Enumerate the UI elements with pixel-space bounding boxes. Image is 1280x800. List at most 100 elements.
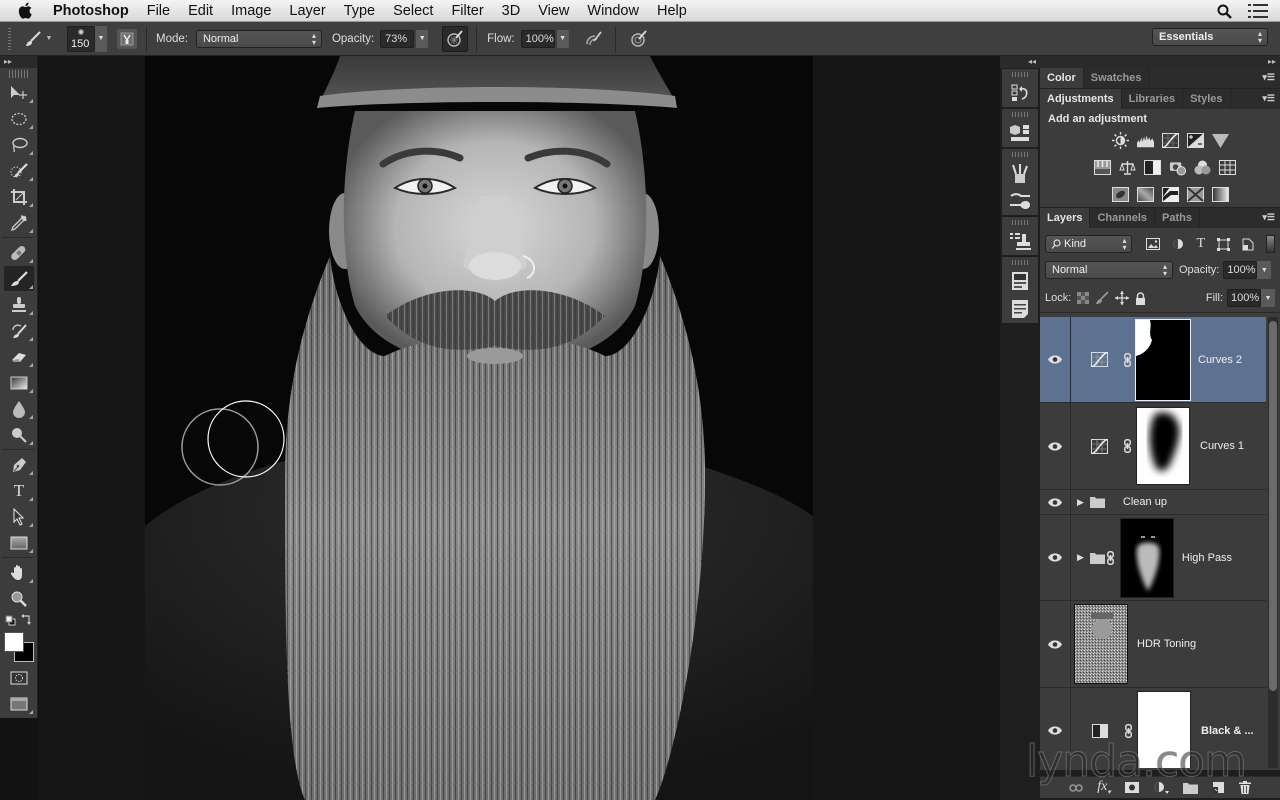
invert-icon[interactable] bbox=[1111, 187, 1129, 202]
posterize-icon[interactable] bbox=[1136, 187, 1154, 202]
tab-libraries[interactable]: Libraries bbox=[1122, 89, 1184, 109]
layer-row-curves-2[interactable]: Curves 2 bbox=[1040, 317, 1266, 403]
lock-image-pixels-icon[interactable] bbox=[1095, 291, 1109, 305]
layer-thumbnail[interactable] bbox=[1074, 604, 1128, 684]
link-layers-icon[interactable] bbox=[1069, 783, 1083, 792]
gradient-map-icon[interactable] bbox=[1211, 187, 1229, 202]
rectangle-tool[interactable] bbox=[4, 530, 34, 555]
elliptical-marquee-tool[interactable] bbox=[4, 106, 34, 131]
menu-select[interactable]: Select bbox=[393, 3, 433, 19]
new-adjustment-layer-icon[interactable] bbox=[1153, 781, 1169, 794]
blur-tool[interactable] bbox=[4, 396, 34, 421]
flow-slider-button[interactable]: ▼ bbox=[556, 29, 569, 48]
tab-channels[interactable]: Channels bbox=[1090, 208, 1155, 228]
mask-link-icon[interactable] bbox=[1124, 352, 1131, 367]
workspace-switcher[interactable]: Essentials ▴ ▾ bbox=[1152, 28, 1268, 46]
menu-type[interactable]: Type bbox=[344, 3, 375, 19]
lock-transparent-pixels-icon[interactable] bbox=[1077, 292, 1090, 304]
crop-tool[interactable] bbox=[4, 184, 34, 209]
menu-help[interactable]: Help bbox=[657, 3, 687, 19]
brush-presets-panel-button[interactable] bbox=[1002, 159, 1038, 187]
blend-mode-select[interactable]: Normal ▴ ▾ bbox=[195, 29, 322, 48]
notification-list-icon[interactable] bbox=[1248, 4, 1268, 18]
visibility-toggle[interactable] bbox=[1040, 601, 1071, 687]
visibility-toggle[interactable] bbox=[1040, 688, 1071, 768]
menu-view[interactable]: View bbox=[538, 3, 569, 19]
layers-scrollbar-thumb[interactable] bbox=[1269, 321, 1277, 691]
eraser-tool[interactable] bbox=[4, 344, 34, 369]
photo-filter-icon[interactable] bbox=[1169, 160, 1186, 176]
collapse-toolbar-icon[interactable]: ▸▸ bbox=[0, 56, 37, 68]
screen-mode-button[interactable] bbox=[4, 691, 34, 716]
pen-tool[interactable] bbox=[4, 452, 34, 477]
fill-input[interactable]: 100% bbox=[1227, 289, 1261, 307]
document-image[interactable] bbox=[145, 56, 813, 800]
layer-blend-mode-select[interactable]: Normal ▴ ▾ bbox=[1045, 261, 1173, 279]
selective-color-icon[interactable] bbox=[1186, 187, 1204, 202]
filter-pixel-layers-icon[interactable] bbox=[1146, 238, 1161, 250]
filter-adjustment-layers-icon[interactable] bbox=[1172, 238, 1184, 250]
add-layer-mask-icon[interactable] bbox=[1124, 782, 1139, 793]
layer-opacity-input[interactable]: 100% bbox=[1223, 261, 1258, 279]
layer-mask-thumbnail[interactable] bbox=[1119, 517, 1174, 598]
brush-panel-button[interactable] bbox=[1002, 187, 1038, 215]
layer-opacity-slider-button[interactable]: ▼ bbox=[1257, 261, 1272, 279]
layer-mask-thumbnail[interactable] bbox=[1137, 690, 1191, 768]
collapse-dock-icon[interactable]: ◂◂ bbox=[1000, 56, 1040, 68]
brush-tool[interactable] bbox=[4, 266, 34, 291]
expand-group-icon[interactable]: ▶ bbox=[1077, 552, 1084, 563]
notes-panel-button[interactable] bbox=[1002, 295, 1038, 323]
pressure-size-toggle[interactable] bbox=[628, 29, 650, 48]
brush-preset-dropdown[interactable]: ▼ bbox=[95, 25, 107, 52]
panel-menu-icon[interactable]: ▾☰ bbox=[1262, 73, 1275, 82]
zoom-tool[interactable] bbox=[4, 586, 34, 611]
panel-menu-icon[interactable]: ▾☰ bbox=[1262, 213, 1275, 222]
collapse-panels-icon[interactable]: ▸▸ bbox=[1040, 56, 1280, 68]
menu-filter[interactable]: Filter bbox=[451, 3, 483, 19]
opacity-slider-button[interactable]: ▼ bbox=[416, 29, 429, 48]
layers-scrollbar-track[interactable] bbox=[1268, 317, 1278, 768]
tab-swatches[interactable]: Swatches bbox=[1084, 68, 1150, 88]
vibrance-icon[interactable] bbox=[1211, 133, 1229, 148]
panel-menu-icon[interactable]: ▾☰ bbox=[1262, 94, 1275, 103]
quick-mask-mode-button[interactable] bbox=[4, 665, 34, 690]
black-white-icon[interactable] bbox=[1144, 160, 1161, 175]
mask-link-icon[interactable] bbox=[1124, 439, 1131, 453]
levels-icon[interactable] bbox=[1136, 133, 1154, 148]
tools-panel-grip[interactable] bbox=[9, 70, 28, 78]
visibility-toggle[interactable] bbox=[1040, 403, 1071, 489]
layer-row-high-pass[interactable]: ▶ High Pass bbox=[1040, 515, 1266, 601]
channel-mixer-icon[interactable] bbox=[1194, 160, 1211, 175]
lock-position-icon[interactable] bbox=[1115, 291, 1130, 305]
opacity-input[interactable]: 73% bbox=[380, 29, 415, 48]
fill-slider-button[interactable]: ▼ bbox=[1261, 289, 1275, 307]
menu-layer[interactable]: Layer bbox=[289, 3, 325, 19]
threshold-icon[interactable] bbox=[1161, 187, 1179, 202]
hand-tool[interactable] bbox=[4, 560, 34, 585]
new-group-icon[interactable] bbox=[1182, 782, 1198, 794]
filter-toggle-switch[interactable] bbox=[1266, 235, 1275, 253]
layer-row-hdr-toning[interactable]: HDR Toning bbox=[1040, 601, 1266, 688]
layer-row-black-white[interactable]: Black & ... bbox=[1040, 688, 1266, 768]
default-colors-icon[interactable] bbox=[5, 615, 16, 626]
filter-shape-layers-icon[interactable] bbox=[1217, 237, 1231, 251]
tab-layers[interactable]: Layers bbox=[1040, 208, 1091, 228]
menu-edit[interactable]: Edit bbox=[188, 3, 213, 19]
tab-adjustments[interactable]: Adjustments bbox=[1040, 89, 1122, 109]
layer-filter-kind-select[interactable]: Kind ▴ ▾ bbox=[1045, 235, 1133, 253]
app-menu[interactable]: Photoshop bbox=[53, 3, 129, 19]
brush-panel-toggle[interactable] bbox=[117, 28, 137, 49]
color-balance-icon[interactable] bbox=[1119, 160, 1136, 175]
layer-mask-thumbnail[interactable] bbox=[1136, 407, 1190, 485]
spot-healing-brush-tool[interactable] bbox=[4, 240, 34, 265]
lasso-tool[interactable] bbox=[4, 132, 34, 157]
quick-selection-tool[interactable] bbox=[4, 158, 34, 183]
curves-icon[interactable] bbox=[1161, 133, 1179, 148]
visibility-toggle[interactable] bbox=[1040, 515, 1071, 600]
flow-input[interactable]: 100% bbox=[520, 29, 555, 48]
dodge-tool[interactable] bbox=[4, 422, 34, 447]
layer-mask-thumbnail[interactable] bbox=[1135, 318, 1191, 401]
layer-styles-fx-icon[interactable]: fx▾ bbox=[1097, 779, 1111, 796]
filter-type-layers-icon[interactable]: T bbox=[1196, 236, 1205, 252]
mask-link-icon[interactable] bbox=[1106, 550, 1114, 565]
